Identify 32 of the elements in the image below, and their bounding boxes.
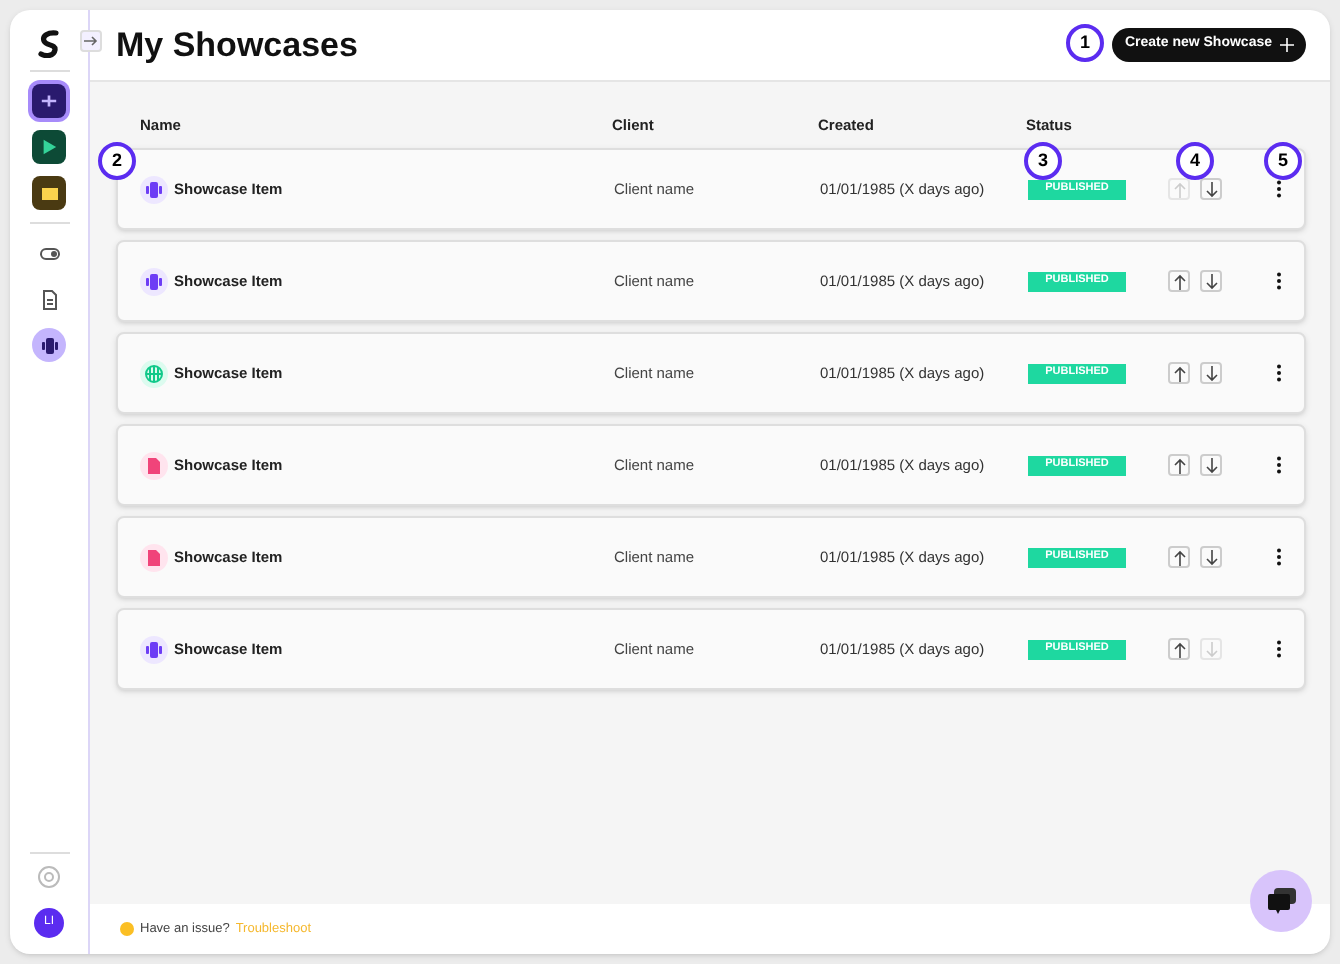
more-options-icon[interactable] [1276,272,1282,290]
collapse-button[interactable] [80,30,102,52]
chat-icon [1265,886,1297,916]
more-options-icon[interactable] [1276,548,1282,566]
play-icon[interactable] [32,130,66,164]
move-up-button[interactable] [1168,362,1190,384]
document-icon [140,451,168,479]
audio-icon [140,267,168,295]
logo-icon[interactable] [38,30,60,58]
more-options-icon[interactable] [1276,364,1282,382]
warning-icon [120,922,134,936]
move-down-button[interactable] [1200,546,1222,568]
audio-icon [140,635,168,663]
audio-icon [140,175,168,203]
globe-icon [140,359,168,387]
move-down-button[interactable] [1200,270,1222,292]
audio-icon[interactable] [32,328,66,362]
move-down-button[interactable] [1200,454,1222,476]
move-down-button[interactable] [1200,362,1222,384]
move-up-button[interactable] [1168,546,1190,568]
move-down-button[interactable] [1200,178,1222,200]
more-options-icon[interactable] [1276,180,1282,198]
move-up-button[interactable] [1168,270,1190,292]
more-options-icon[interactable] [1276,456,1282,474]
card-icon[interactable] [32,176,66,210]
document-icon [140,543,168,571]
move-up-button[interactable] [1168,638,1190,660]
move-up-button[interactable] [1168,454,1190,476]
app-icon[interactable] [32,84,66,118]
more-options-icon[interactable] [1276,640,1282,658]
plus-icon [1280,38,1294,52]
page-title: My Showcases [116,23,358,68]
